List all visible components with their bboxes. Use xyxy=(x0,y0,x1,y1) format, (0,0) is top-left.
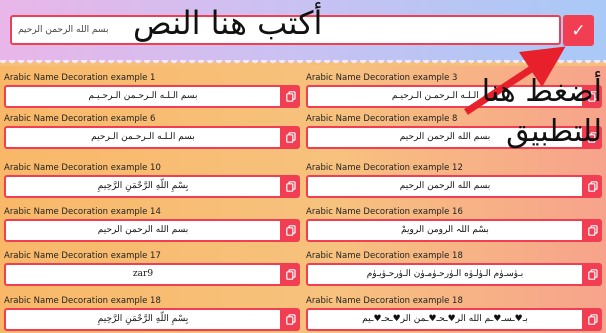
overlay-hint: أضغط هنا للتطبيق xyxy=(481,74,602,149)
arrow-icon xyxy=(464,46,566,115)
